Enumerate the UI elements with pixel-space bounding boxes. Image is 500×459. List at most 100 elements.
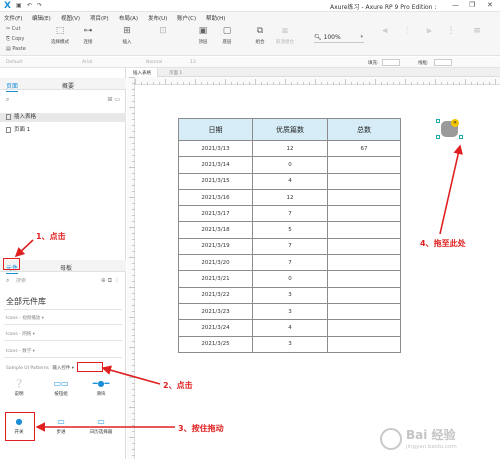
fill-color-swatch[interactable] xyxy=(382,59,400,66)
cell-date[interactable]: 2021/3/14 xyxy=(178,156,253,174)
cell-quality-count[interactable]: 7 xyxy=(252,205,328,223)
font-size-select[interactable]: 13 xyxy=(190,60,196,65)
cell-date[interactable]: 2021/3/18 xyxy=(178,221,253,239)
cell-total[interactable] xyxy=(327,286,401,304)
cell-quality-count[interactable]: 0 xyxy=(252,156,328,174)
select-mode-button[interactable]: ⬚ 选择模式 xyxy=(45,26,75,45)
menu-publish[interactable]: 发布(U) xyxy=(148,14,167,22)
tab-pages[interactable]: 页面 xyxy=(6,81,19,92)
pages-search[interactable]: ⌕ ⊞ ▭ xyxy=(4,96,122,106)
cell-quality-count[interactable]: 0 xyxy=(252,270,328,288)
table-row: 2021/3/17 7 xyxy=(178,205,401,223)
insert-button[interactable]: ⊞ 插入 xyxy=(112,26,142,45)
send-to-bottom-button[interactable]: ▢ 底层 xyxy=(212,26,242,45)
paste-button[interactable]: ▤ Paste xyxy=(6,46,26,52)
zoom-control[interactable]: 🔍︎ 100% ▾ xyxy=(314,34,364,43)
cell-quality-count[interactable]: 4 xyxy=(252,319,328,337)
cell-total[interactable] xyxy=(327,172,401,190)
ungroup-button[interactable]: ⧈ 取消组合 xyxy=(270,26,300,45)
page-item-insert-table[interactable]: 插入表格 xyxy=(0,113,126,122)
cell-date[interactable]: 2021/3/20 xyxy=(178,254,253,272)
library-section-ui-patterns[interactable]: Sample UI Patterns 输入控件 ▾ xyxy=(6,365,74,371)
library-group-video[interactable]: Icons - 视频播放 ▾ xyxy=(6,315,44,321)
maximize-button[interactable]: ❐ xyxy=(469,1,475,9)
cell-date[interactable]: 2021/3/13 xyxy=(178,139,253,158)
menu-layout[interactable]: 布局(A) xyxy=(119,14,138,22)
save-icon[interactable]: ▣ xyxy=(16,2,22,9)
close-button[interactable]: ✕ xyxy=(487,1,493,9)
library-tools-icon[interactable]: ⊕ ⧉ ⋮ xyxy=(101,277,120,285)
cell-quality-count[interactable]: 12 xyxy=(252,139,328,158)
cell-total[interactable] xyxy=(327,237,401,256)
copy-button[interactable]: ⎘ Copy xyxy=(6,36,24,42)
redo-icon[interactable]: ↷ xyxy=(37,2,42,9)
cell-quality-count[interactable]: 7 xyxy=(252,254,328,272)
input-controls-subsection[interactable]: 输入控件 ▾ xyxy=(52,366,74,371)
menu-view[interactable]: 视图(V) xyxy=(61,14,80,22)
library-select[interactable]: 全部元件库 xyxy=(6,296,46,307)
cell-total[interactable] xyxy=(327,188,401,207)
cell-total[interactable] xyxy=(327,335,401,353)
minimize-button[interactable]: — xyxy=(452,1,459,9)
cell-total[interactable] xyxy=(327,156,401,174)
add-page-icon[interactable]: ⊞ ▭ xyxy=(107,96,120,103)
undo-icon[interactable]: ↶ xyxy=(27,2,32,9)
cell-quality-count[interactable]: 3 xyxy=(252,335,328,353)
menu-project[interactable]: 项目(P) xyxy=(90,14,109,22)
cell-date[interactable]: 2021/3/16 xyxy=(178,188,253,207)
cell-total[interactable] xyxy=(327,319,401,337)
library-group-math[interactable]: Icons - 数学 ▾ xyxy=(6,348,35,354)
widget-date-picker[interactable]: ▭ 日历选择器 xyxy=(84,417,118,435)
dropped-switch-widget[interactable]: ✕ xyxy=(436,119,463,139)
cell-quality-count[interactable]: 4 xyxy=(252,172,328,190)
cell-total[interactable]: 67 xyxy=(327,139,401,158)
widget-search[interactable]: ⌕ 搜索 ⊕ ⧉ ⋮ xyxy=(4,277,122,287)
style-select[interactable]: Default xyxy=(6,60,22,65)
connect-button[interactable]: ⊶ 连接 xyxy=(73,26,103,45)
cell-date[interactable]: 2021/3/24 xyxy=(178,319,253,337)
resize-handle[interactable] xyxy=(459,135,463,139)
border-color-swatch[interactable] xyxy=(434,59,452,66)
cell-quality-count[interactable]: 7 xyxy=(252,237,328,256)
resize-handle[interactable] xyxy=(436,119,440,123)
cell-date[interactable]: 2021/3/19 xyxy=(178,237,253,256)
tab-outline[interactable]: 概要 xyxy=(62,81,74,90)
resize-handle[interactable] xyxy=(436,135,440,139)
cell-quality-count[interactable]: 5 xyxy=(252,221,328,239)
menu-account[interactable]: 账户(C) xyxy=(177,14,196,22)
cell-total[interactable] xyxy=(327,302,401,321)
cell-date[interactable]: 2021/3/15 xyxy=(178,172,253,190)
cell-total[interactable] xyxy=(327,205,401,223)
cell-total[interactable] xyxy=(327,254,401,272)
data-table[interactable]: 日期 优质篇数 总数 2021/3/13 12 67 2021/3/14 0 2021/3… xyxy=(178,118,401,353)
cell-date[interactable]: 2021/3/22 xyxy=(178,286,253,304)
cell-quality-count[interactable]: 3 xyxy=(252,286,328,304)
font-select[interactable]: Arial xyxy=(82,60,92,65)
distribute-vertical-button[interactable]: ≡ xyxy=(462,26,492,39)
cell-total[interactable] xyxy=(327,270,401,288)
plus-icon: ⊞ xyxy=(123,26,131,36)
ruler-tick xyxy=(141,82,142,85)
page-item-page1[interactable]: 页面 1 xyxy=(6,125,30,133)
library-group-network[interactable]: Icons - 网络 ▾ xyxy=(6,331,35,337)
cell-quality-count[interactable]: 3 xyxy=(252,302,328,321)
widget-button-group[interactable]: ▭▭ 按钮组 xyxy=(44,379,78,397)
menu-edit[interactable]: 编辑(E) xyxy=(32,14,51,22)
widget-tooltip[interactable]: ❔ 说明 xyxy=(2,379,36,397)
font-weight-select[interactable]: Normal xyxy=(146,60,162,65)
menu-file[interactable]: 文件(F) xyxy=(4,14,22,22)
point-button[interactable]: ⊡ xyxy=(148,26,178,39)
tab-page1[interactable]: 页面 1 xyxy=(163,68,188,77)
tab-insert-table[interactable]: 插入表格 xyxy=(127,68,158,77)
menu-help[interactable]: 帮助(H) xyxy=(206,14,225,22)
cell-date[interactable]: 2021/3/17 xyxy=(178,205,253,223)
cell-date[interactable]: 2021/3/23 xyxy=(178,302,253,321)
widget-slider[interactable]: ━●━ 滑块 xyxy=(84,379,118,397)
cell-quality-count[interactable]: 12 xyxy=(252,188,328,207)
cell-total[interactable] xyxy=(327,221,401,239)
cut-button[interactable]: ✂ Cut xyxy=(6,26,20,32)
cell-date[interactable]: 2021/3/25 xyxy=(178,335,253,353)
cell-date[interactable]: 2021/3/21 xyxy=(178,270,253,288)
tab-masters[interactable]: 母板 xyxy=(60,263,72,272)
widget-stepper[interactable]: ▭ 步进 xyxy=(44,417,78,435)
